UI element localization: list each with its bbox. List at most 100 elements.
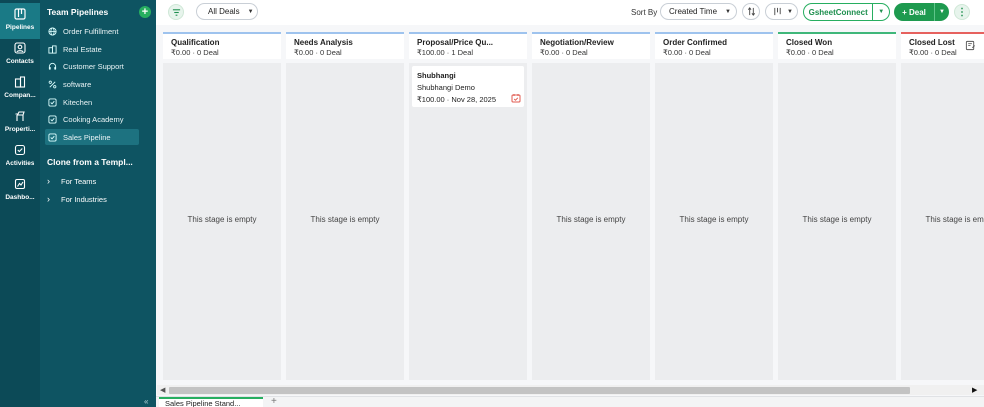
stage-amount: ₹0.00 — [171, 48, 191, 57]
calendar-alert-icon[interactable] — [511, 93, 521, 103]
rail-item-dashboards[interactable]: Dashbo... — [0, 173, 40, 209]
stage-header[interactable]: Negotiation/Review ₹0.00 · 0 Deal — [532, 32, 650, 59]
stage-meta: ₹0.00 · 0 Deal — [294, 48, 342, 57]
rail-item-contacts[interactable]: Contacts — [0, 37, 40, 73]
sidebar-item-label: Cooking Academy — [63, 114, 124, 124]
sidebar-title: Team Pipelines — [47, 7, 109, 17]
stage-column: Order Confirmed ₹0.00 · 0 Deal This stag… — [655, 32, 773, 380]
deal-card[interactable]: Shubhangi Shubhangi Demo ₹100.00 · Nov 2… — [412, 66, 524, 107]
rail-item-companies[interactable]: Compan... — [0, 71, 40, 107]
stage-header[interactable]: Needs Analysis ₹0.00 · 0 Deal — [286, 32, 404, 59]
cooking-icon — [47, 114, 57, 124]
sort-order-icon — [747, 7, 755, 16]
rail-label: Properti... — [4, 126, 36, 133]
gsheet-label: GsheetConnect — [808, 7, 868, 17]
stage-column: Proposal/Price Qu... ₹100.00 · 1 Deal Sh… — [409, 32, 527, 380]
caret-down-icon[interactable]: ▼ — [935, 9, 949, 15]
horizontal-scrollbar[interactable]: ◀ ▶ — [157, 385, 984, 395]
caret-down-icon[interactable]: ▼ — [873, 9, 889, 15]
kitchen-icon — [47, 97, 57, 107]
sidebar-item-real-estate[interactable]: Real Estate — [45, 41, 139, 57]
activities-icon — [13, 143, 27, 157]
view-select[interactable]: All Deals ▼ — [196, 3, 258, 20]
side-panel-button[interactable] — [962, 36, 978, 54]
dashboard-icon — [13, 177, 27, 191]
sidebar-item-label: Sales Pipeline — [63, 132, 111, 142]
stage-body: Shubhangi Shubhangi Demo ₹100.00 · Nov 2… — [409, 63, 527, 380]
sidebar-item-label: Customer Support — [63, 61, 124, 71]
scroll-right-arrow[interactable]: ▶ — [972, 386, 977, 394]
sales-icon — [47, 132, 57, 142]
rail-item-activities[interactable]: Activities — [0, 139, 40, 175]
notes-icon — [965, 40, 975, 50]
stage-meta: ₹0.00 · 0 Deal — [540, 48, 588, 57]
rail-label: Activities — [5, 160, 35, 167]
scrollbar-thumb[interactable] — [169, 387, 910, 394]
stage-title: Needs Analysis — [294, 38, 353, 47]
column-view-button[interactable]: ▼ — [765, 3, 798, 20]
nav-rail: Pipelines Contacts Compan... Properti...… — [0, 0, 40, 407]
add-deal-button[interactable]: + Deal ▼ — [894, 3, 949, 21]
stage-header[interactable]: Proposal/Price Qu... ₹100.00 · 1 Deal — [409, 32, 527, 59]
sort-select[interactable]: Created Time ▼ — [660, 3, 737, 20]
stage-header[interactable]: Order Confirmed ₹0.00 · 0 Deal — [655, 32, 773, 59]
stage-column: Negotiation/Review ₹0.00 · 0 Deal This s… — [532, 32, 650, 380]
stage-column: Closed Won ₹0.00 · 0 Deal This stage is … — [778, 32, 896, 380]
gsheet-connect-button[interactable]: GsheetConnect ▼ — [803, 3, 890, 21]
stage-header[interactable]: Qualification ₹0.00 · 0 Deal — [163, 32, 281, 59]
stage-body: This stage is empty — [163, 63, 281, 380]
filter-button[interactable] — [168, 4, 184, 20]
deal-amount-date: ₹100.00 · Nov 28, 2025 — [417, 95, 497, 104]
view-select-label: All Deals — [208, 7, 240, 16]
add-deal-label: + Deal — [902, 7, 926, 17]
stage-amount: ₹0.00 — [294, 48, 314, 57]
globe-icon — [47, 26, 57, 36]
chevron-right-icon: › — [47, 176, 50, 186]
clone-item-label: For Teams — [61, 176, 97, 186]
sidebar-item-software[interactable]: software — [45, 76, 139, 92]
sort-by-label: Sort By — [631, 8, 658, 17]
main-board: All Deals ▼ Sort By Created Time ▼ ▼ Gsh… — [156, 0, 984, 407]
clone-for-industries[interactable]: › For Industries — [47, 192, 143, 206]
sort-order-button[interactable] — [742, 3, 760, 20]
stage-empty-text: This stage is empty — [310, 215, 380, 224]
stage-empty-text: This stage is empty — [187, 215, 257, 224]
tab-sales-pipeline[interactable]: Sales Pipeline Stand... — [159, 397, 263, 407]
sidebar-item-cooking-academy[interactable]: Cooking Academy — [45, 111, 139, 127]
stage-amount: ₹100.00 — [417, 48, 445, 57]
stage-count: 0 Deal — [320, 48, 342, 57]
sidebar-item-kitechen[interactable]: Kitechen — [45, 94, 139, 110]
stage-empty-text: This stage is empty — [556, 215, 626, 224]
stage-header[interactable]: Closed Won ₹0.00 · 0 Deal — [778, 32, 896, 59]
rail-label: Dashbo... — [5, 194, 35, 201]
stage-body: This stage is empty — [901, 63, 984, 380]
stage-amount: ₹0.00 — [786, 48, 806, 57]
stage-meta: ₹0.00 · 0 Deal — [786, 48, 834, 57]
sidebar-item-label: Kitechen — [63, 97, 93, 107]
more-options-button[interactable]: ⋮ — [954, 4, 970, 20]
sidebar-item-label: software — [63, 79, 92, 89]
rail-item-properties[interactable]: Properti... — [0, 105, 40, 141]
rail-item-pipelines[interactable]: Pipelines — [0, 3, 40, 39]
sidebar-item-order-fulfillment[interactable]: Order Fulfillment — [45, 23, 139, 39]
sidebar-item-sales-pipeline[interactable]: Sales Pipeline — [45, 129, 139, 145]
stage-meta: ₹0.00 · 0 Deal — [663, 48, 711, 57]
stage-title: Closed Lost — [909, 38, 955, 47]
sidebar-item-label: Real Estate — [63, 44, 102, 54]
stage-body: This stage is empty — [655, 63, 773, 380]
clone-for-teams[interactable]: › For Teams — [47, 174, 143, 188]
building-icon — [47, 44, 57, 54]
collapse-sidebar-button[interactable]: « — [144, 397, 148, 406]
caret-down-icon: ▼ — [725, 8, 731, 15]
stage-body: This stage is empty — [532, 63, 650, 380]
stage-title: Qualification — [171, 38, 220, 47]
stage-count: 0 Deal — [812, 48, 834, 57]
rail-label: Contacts — [6, 58, 34, 65]
stage-body: This stage is empty — [286, 63, 404, 380]
stage-empty-text: This stage is empty — [679, 215, 749, 224]
stage-amount: ₹0.00 — [909, 48, 929, 57]
add-pipeline-button[interactable]: + — [139, 6, 151, 18]
sidebar-item-customer-support[interactable]: Customer Support — [45, 58, 139, 74]
scroll-left-arrow[interactable]: ◀ — [160, 386, 165, 394]
add-tab-button[interactable]: + — [271, 396, 277, 407]
